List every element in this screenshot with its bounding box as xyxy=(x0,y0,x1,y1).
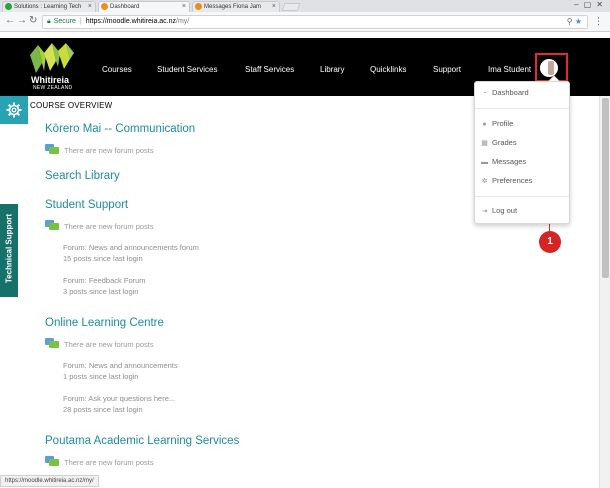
browser-tab-messages[interactable]: Messages Fiona Jam × xyxy=(192,1,280,12)
logo-subtitle: NEW ZEALAND xyxy=(33,85,73,91)
gear-icon: ✲ xyxy=(481,177,488,185)
messages-icon: ▬ xyxy=(481,158,488,166)
forum-detail: Forum: Ask your questions here... 28 pos… xyxy=(63,394,175,415)
menu-item-label: Preferences xyxy=(492,176,533,185)
nav-student-services[interactable]: Student Services xyxy=(157,65,217,74)
course-title-link[interactable]: Kōrero Mai -- Communication xyxy=(45,123,195,135)
screenshot-root: Solutions : Learning Tech × Dashboard × … xyxy=(0,0,610,488)
course-block: Student Support xyxy=(45,199,128,211)
zoom-icon[interactable]: ⚲ xyxy=(567,17,573,26)
forward-arrow-icon[interactable]: → xyxy=(17,15,27,26)
forum-icon xyxy=(45,220,59,230)
forum-icon xyxy=(45,338,59,348)
course-block: Search Library xyxy=(45,170,120,182)
browser-tab-title: Messages Fiona Jam xyxy=(204,4,262,10)
back-arrow-icon[interactable]: ← xyxy=(5,15,15,26)
browser-tab-title: Dashboard xyxy=(110,4,140,10)
url-path: /my/ xyxy=(176,18,190,25)
forum-detail: Forum: Feedback Forum 3 posts since last… xyxy=(63,276,146,297)
scrollbar-thumb[interactable] xyxy=(602,98,609,278)
course-title-link[interactable]: Search Library xyxy=(45,170,120,182)
menu-divider xyxy=(475,108,569,109)
learning-tech-favicon-icon xyxy=(5,3,12,10)
dashboard-icon: ◔ xyxy=(482,89,487,97)
status-bar-url: https://moodle.whitireia.ac.nz/my/ xyxy=(0,475,99,487)
logout-icon: ⇥ xyxy=(481,207,488,215)
nav-quicklinks[interactable]: Quicklinks xyxy=(370,65,406,74)
forum-post-count: 15 posts since last login xyxy=(63,253,143,263)
forum-detail: Forum: News and announcements forum 15 p… xyxy=(63,243,199,264)
forum-post-count: 28 posts since last login xyxy=(63,404,143,414)
menu-item-label: Messages xyxy=(492,157,527,166)
forum-post-count: 1 posts since last login xyxy=(63,371,139,381)
address-bar: ← → ↻ 🔒︎ Secure | https://moodle.whitireia.… xyxy=(0,12,610,32)
nav-staff-services[interactable]: Staff Services xyxy=(245,65,294,74)
technical-support-tab[interactable]: Technical Support xyxy=(0,204,18,297)
step-marker: 1 xyxy=(539,231,561,253)
new-tab-button[interactable] xyxy=(281,3,301,11)
menu-item-messages[interactable]: ▬ Messages xyxy=(481,157,526,166)
menu-item-label: Dashboard xyxy=(492,88,529,97)
menu-item-preferences[interactable]: ✲ Preferences xyxy=(481,176,533,185)
browser-tab-dashboard[interactable]: Dashboard × xyxy=(98,1,190,12)
forum-detail: Forum: News and announcements 1 posts si… xyxy=(63,361,178,382)
bookmark-star-icon[interactable]: ★ xyxy=(575,17,582,26)
course-title-link[interactable]: Student Support xyxy=(45,199,128,211)
url-field[interactable]: 🔒︎ Secure | https://moodle.whitireia.ac.nz/… xyxy=(42,15,588,29)
menu-item-label: Profile xyxy=(492,119,514,128)
menu-divider xyxy=(475,196,569,197)
user-menu-dropdown: ◔ Dashboard ● Profile ▦ Grades ▬ Messages ✲ P… xyxy=(474,81,570,224)
nav-library[interactable]: Library xyxy=(320,65,344,74)
forum-icon xyxy=(45,456,59,466)
browser-tab-solutions[interactable]: Solutions : Learning Tech × xyxy=(2,1,96,12)
browser-menu-icon[interactable]: ⋮ xyxy=(594,16,603,27)
user-name[interactable]: Ima Student xyxy=(488,65,531,74)
grades-icon: ▦ xyxy=(481,139,488,147)
logo-wordmark: Whitireia xyxy=(31,75,70,85)
secure-label: Secure xyxy=(53,18,76,25)
browser-tab-title: Solutions : Learning Tech xyxy=(14,4,82,10)
forum-icon xyxy=(45,144,59,154)
page-scrollbar[interactable] xyxy=(599,96,610,488)
menu-item-dashboard[interactable]: ◔ Dashboard xyxy=(481,88,529,97)
moodle-favicon-icon xyxy=(195,3,202,10)
nav-support[interactable]: Support xyxy=(433,65,461,74)
course-block: Poutama Academic Learning Services xyxy=(45,435,239,447)
browser-tabstrip: Solutions : Learning Tech × Dashboard × … xyxy=(0,0,610,12)
moodle-favicon-icon xyxy=(101,3,108,10)
window-controls[interactable]: ‒▢✕ xyxy=(574,0,608,9)
course-block: Online Learning Centre xyxy=(45,317,164,329)
forum-name[interactable]: Forum: News and announcements xyxy=(63,361,178,372)
menu-item-grades[interactable]: ▦ Grades xyxy=(481,138,517,147)
url-host: https://moodle.whitireia.ac.nz xyxy=(85,18,177,25)
forum-notice-text: There are new forum posts xyxy=(64,222,154,231)
user-icon: ● xyxy=(482,120,487,128)
close-tab-icon[interactable]: × xyxy=(182,2,186,12)
menu-item-log-out[interactable]: ⇥ Log out xyxy=(481,206,517,215)
course-title-link[interactable]: Online Learning Centre xyxy=(45,317,164,329)
course-title-link[interactable]: Poutama Academic Learning Services xyxy=(45,435,239,447)
settings-drawer-button[interactable] xyxy=(0,96,28,124)
menu-item-label: Log out xyxy=(492,206,518,215)
forum-name[interactable]: Forum: Feedback Forum xyxy=(63,276,146,287)
forum-notice-text: There are new forum posts xyxy=(64,146,154,155)
close-tab-icon[interactable]: × xyxy=(88,2,92,12)
forum-name[interactable]: Forum: Ask your questions here... xyxy=(63,394,175,405)
technical-support-label: Technical Support xyxy=(4,213,14,284)
close-tab-icon[interactable]: × xyxy=(272,2,276,12)
course-overview-heading: COURSE OVERVIEW xyxy=(30,101,113,110)
forum-post-count: 3 posts since last login xyxy=(63,286,139,296)
menu-item-profile[interactable]: ● Profile xyxy=(481,119,513,128)
gear-icon xyxy=(6,102,22,118)
forum-notice-text: There are new forum posts xyxy=(64,458,154,467)
lock-icon: 🔒︎ xyxy=(47,18,51,25)
course-block: Kōrero Mai -- Communication xyxy=(45,123,195,135)
forum-notice-text: There are new forum posts xyxy=(64,340,154,349)
reload-icon[interactable]: ↻ xyxy=(29,15,37,26)
forum-name[interactable]: Forum: News and announcements forum xyxy=(63,243,199,254)
menu-item-label: Grades xyxy=(492,138,517,147)
nav-courses[interactable]: Courses xyxy=(102,65,132,74)
